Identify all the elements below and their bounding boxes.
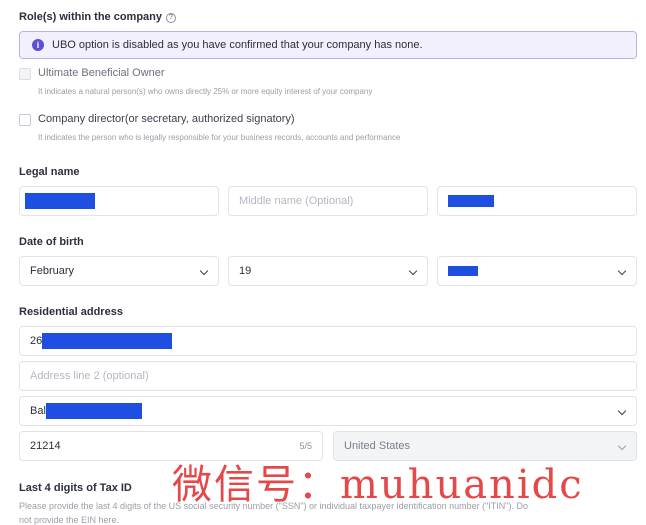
dob-month-value: February — [30, 265, 75, 277]
redacted-value — [42, 333, 173, 349]
address-line1-input[interactable]: 26 — [19, 326, 637, 356]
legal-name-label: Legal name — [19, 166, 80, 178]
redacted-value — [448, 195, 494, 207]
chevron-down-icon — [617, 266, 627, 276]
address-label: Residential address — [19, 306, 123, 318]
last-name-input[interactable] — [437, 186, 637, 216]
chevron-down-icon — [199, 266, 209, 276]
watermark-text: 微信号：muhuanidc — [172, 462, 584, 508]
middle-name-input[interactable]: Middle name (Optional) — [228, 186, 428, 216]
zip-value: 21214 — [30, 440, 61, 452]
redacted-value — [25, 193, 95, 209]
redacted-value — [448, 266, 478, 276]
dob-month-select[interactable]: February — [19, 256, 219, 286]
question-circle-icon[interactable]: ? — [166, 13, 177, 23]
tax-id-label: Last 4 digits of Tax ID — [19, 482, 132, 494]
director-checkbox[interactable] — [19, 114, 31, 126]
info-icon: i — [32, 39, 44, 51]
zip-counter: 5/5 — [299, 441, 312, 451]
ubo-checkbox[interactable] — [19, 68, 31, 80]
director-option-title: Company director(or secretary, authorize… — [38, 113, 295, 125]
chevron-down-icon — [408, 266, 418, 276]
address-line2-placeholder: Address line 2 (optional) — [30, 370, 149, 382]
ubo-option-desc: It indicates a natural person(s) who own… — [38, 87, 373, 96]
address-line1-prefix: 26 — [30, 335, 43, 347]
director-option-desc: It indicates the person who is legally r… — [38, 133, 401, 142]
middle-name-placeholder: Middle name (Optional) — [239, 195, 354, 207]
first-name-input[interactable] — [19, 186, 219, 216]
notice-text: UBO option is disabled as you have confi… — [52, 39, 423, 51]
ubo-option-title: Ultimate Beneficial Owner — [38, 67, 165, 79]
chevron-down-icon — [617, 441, 627, 451]
dob-label: Date of birth — [19, 236, 84, 248]
dob-day-value: 19 — [239, 265, 252, 277]
redacted-value — [45, 403, 142, 419]
country-value: United States — [344, 440, 411, 452]
ubo-disabled-notice: i UBO option is disabled as you have con… — [19, 31, 637, 59]
tax-desc-line2: not provide the EIN here. — [19, 515, 120, 525]
roles-label: Role(s) within the company? — [19, 11, 177, 23]
dob-day-select[interactable]: 19 — [228, 256, 428, 286]
city-select[interactable]: Bal — [19, 396, 637, 426]
roles-label-text: Role(s) within the company — [19, 11, 163, 23]
address-line2-input[interactable]: Address line 2 (optional) — [19, 361, 637, 391]
city-prefix: Bal — [30, 405, 46, 417]
chevron-down-icon — [617, 406, 627, 416]
dob-year-select[interactable] — [437, 256, 637, 286]
